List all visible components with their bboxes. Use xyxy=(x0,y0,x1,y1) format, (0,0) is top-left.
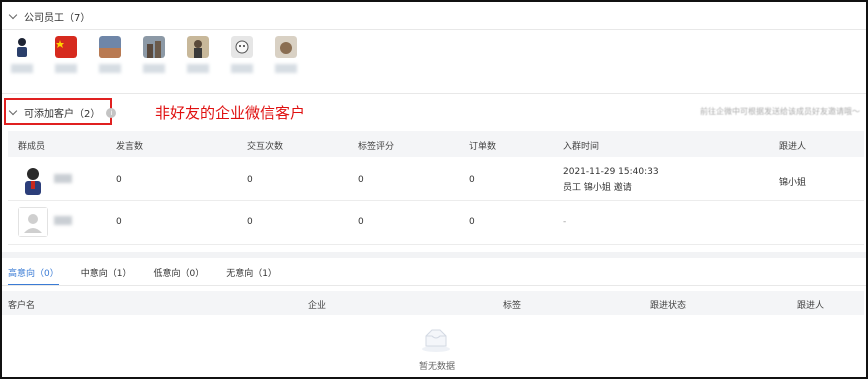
col-member: 群成员 xyxy=(18,142,46,152)
intent-tabs: 高意向（0） 中意向（1） 低意向（0） 无意向（1） xyxy=(8,266,277,286)
tab-high-intent[interactable]: 高意向（0） xyxy=(8,266,59,286)
avatar-landscape-icon xyxy=(99,36,121,58)
tab-medium-intent[interactable]: 中意向（1） xyxy=(81,266,132,286)
member-name-blurred xyxy=(54,174,72,183)
staff-avatar-item[interactable] xyxy=(54,36,78,73)
cell-messages: 0 xyxy=(116,175,122,185)
section-spacer xyxy=(2,252,866,258)
avatar-person-icon xyxy=(11,36,33,58)
member-avatar-icon xyxy=(18,165,48,195)
staff-name-blurred xyxy=(55,64,77,73)
col-tag-score: 标签评分 xyxy=(358,142,395,152)
avatar-figure-icon xyxy=(187,36,209,58)
empty-data-icon xyxy=(422,329,450,352)
divider xyxy=(2,29,866,30)
cell-follower: 锦小姐 xyxy=(779,178,807,188)
info-icon[interactable]: i xyxy=(106,107,117,118)
cell-orders: 0 xyxy=(469,217,475,227)
addable-section-toggle[interactable]: 可添加客户（2） i xyxy=(8,105,117,120)
col-interactions: 交互次数 xyxy=(247,142,284,152)
default-avatar-icon xyxy=(18,207,48,237)
staff-avatar-item[interactable] xyxy=(10,36,34,73)
col-follower: 跟进人 xyxy=(797,301,825,311)
col-tags: 标签 xyxy=(503,301,522,311)
col-orders: 订单数 xyxy=(469,142,497,152)
staff-avatar-item[interactable] xyxy=(142,36,166,73)
member-table-header: 群成员 发言数 交互次数 标签评分 订单数 入群时间 跟进人 xyxy=(8,131,864,157)
staff-name-blurred xyxy=(231,64,253,73)
divider xyxy=(2,93,866,94)
cell-orders: 0 xyxy=(469,175,475,185)
col-customer-name: 客户名 xyxy=(8,301,36,311)
staff-name-blurred xyxy=(275,64,297,73)
staff-avatar-list xyxy=(10,36,298,73)
chevron-down-icon xyxy=(8,10,18,20)
staff-name-blurred xyxy=(11,64,33,73)
staff-section-title: 公司员工（7） xyxy=(24,13,91,24)
avatar-cartoon-icon xyxy=(231,36,253,58)
staff-section-toggle[interactable]: 公司员工（7） xyxy=(8,9,90,24)
staff-avatar-item[interactable] xyxy=(274,36,298,73)
staff-avatar-item[interactable] xyxy=(186,36,210,73)
member-name-blurred xyxy=(54,216,72,225)
tab-low-intent[interactable]: 低意向（0） xyxy=(153,266,204,286)
staff-avatar-item[interactable] xyxy=(98,36,122,73)
addable-section-title: 可添加客户（2） xyxy=(24,109,101,120)
staff-avatar-item[interactable] xyxy=(230,36,254,73)
avatar-animal-icon xyxy=(275,36,297,58)
table-row[interactable]: 0 0 0 0 2021-11-29 15:40:33 员工 锦小姐 邀请 锦小… xyxy=(8,157,864,201)
col-follower: 跟进人 xyxy=(779,142,807,152)
staff-name-blurred xyxy=(99,64,121,73)
cell-messages: 0 xyxy=(116,217,122,227)
cell-interactions: 0 xyxy=(247,217,253,227)
invite-hint-text: 前往企微中可根据发送给该成员好友邀请哦～ xyxy=(700,107,860,116)
cell-tag-score: 0 xyxy=(358,175,364,185)
avatar-city-icon xyxy=(143,36,165,58)
cell-join-detail: 员工 锦小姐 邀请 xyxy=(563,183,632,193)
cell-join-time: 2021-11-29 15:40:33 xyxy=(563,167,659,177)
cell-join-time: - xyxy=(563,217,567,227)
tab-no-intent[interactable]: 无意向（1） xyxy=(226,266,277,286)
annotation-text: 非好友的企业微信客户 xyxy=(155,104,306,122)
chevron-down-icon xyxy=(8,106,18,116)
col-company: 企业 xyxy=(308,301,327,311)
staff-name-blurred xyxy=(187,64,209,73)
cell-interactions: 0 xyxy=(247,175,253,185)
divider xyxy=(2,285,866,286)
customer-table-header: 客户名 企业 标签 跟进状态 跟进人 xyxy=(2,291,864,315)
empty-data-text: 暂无数据 xyxy=(419,362,456,372)
col-messages: 发言数 xyxy=(116,142,144,152)
col-join-time: 入群时间 xyxy=(563,142,600,152)
staff-name-blurred xyxy=(143,64,165,73)
avatar-flag-icon xyxy=(55,36,77,58)
cell-tag-score: 0 xyxy=(358,217,364,227)
col-follow-status: 跟进状态 xyxy=(650,301,687,311)
table-row[interactable]: 0 0 0 0 - xyxy=(8,201,864,245)
